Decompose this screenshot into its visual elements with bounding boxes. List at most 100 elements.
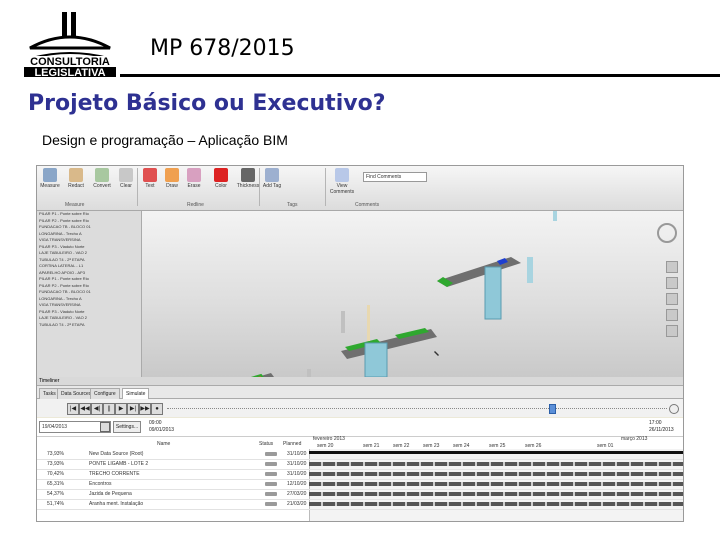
table-row[interactable]: 54,37% Jazida de Pequena 27/03/20 xyxy=(37,490,683,500)
step-back-button[interactable]: ◀◀ xyxy=(79,403,91,415)
gantt-bar xyxy=(309,472,683,476)
tab-configure[interactable]: Configure xyxy=(90,388,120,399)
header-title: MP 678/2015 xyxy=(150,36,295,61)
selection-tree-panel[interactable]: PILAR P1 - Ponte sobre Rio PILAR P2 - Po… xyxy=(37,211,142,377)
text-button[interactable]: Text xyxy=(140,168,160,189)
simulation-timeline-thumb[interactable] xyxy=(549,404,556,414)
ribbon-button-label: Measure xyxy=(40,183,60,189)
ribbon-button-label: View Comments xyxy=(329,183,355,195)
task-name: TRECHO CORRENTE xyxy=(89,471,140,477)
thickness-button[interactable]: Thickness xyxy=(235,168,261,189)
logo-line2: LEGISLATIVA xyxy=(34,67,105,78)
gantt-panel: Name Status Planned fevereiro 2013 março… xyxy=(37,436,683,521)
bridge-pier xyxy=(553,211,557,221)
slide-subheading: Design e programação – Aplicação BIM xyxy=(42,132,288,148)
ribbon-button-label: Erase xyxy=(187,183,201,189)
ribbon-button-label: Draw xyxy=(166,183,178,189)
tag-icon xyxy=(265,168,279,182)
simulation-timeline-track[interactable] xyxy=(167,408,667,409)
3d-viewport[interactable]: PILAR P1 - Ponte sobre Rio PILAR P2 - Po… xyxy=(37,211,683,377)
planned-date: 31/10/20 xyxy=(287,461,307,467)
table-row[interactable]: 65,31% Encontros 12/10/20 xyxy=(37,480,683,490)
convert-button[interactable]: Convert xyxy=(92,168,112,189)
ribbon-group-label: Tags xyxy=(287,202,298,208)
bridge-model-render xyxy=(250,211,557,377)
play-button[interactable]: ▶ xyxy=(115,403,127,415)
consultoria-legislativa-logo: CONSULTORIA LEGISLATIVA xyxy=(24,12,116,78)
ribbon-button-label: Thickness xyxy=(236,183,260,189)
orbit-tool-icon[interactable] xyxy=(666,293,678,305)
draw-icon xyxy=(165,168,179,182)
gantt-bar xyxy=(309,451,683,454)
ribbon-button-label: Text xyxy=(145,183,155,189)
progress-percent: 54,37% xyxy=(47,491,64,497)
planned-date: 31/10/20 xyxy=(287,451,307,457)
measure-button[interactable]: Measure xyxy=(40,168,60,189)
planned-date: 31/10/20 xyxy=(287,471,307,477)
mouse-cursor-icon xyxy=(434,351,439,356)
status-indicator xyxy=(265,452,277,456)
table-row[interactable]: 51,74% Aranha ment. Instalação 21/03/20 xyxy=(37,500,683,510)
ribbon-toolbar: Measure Redact Convert Clear Text Draw E… xyxy=(37,166,683,211)
clear-button[interactable]: Clear xyxy=(116,168,136,189)
tree-item[interactable]: TUBULAO T4 - 2ª ETAPA xyxy=(37,322,141,329)
record-button[interactable]: ● xyxy=(151,403,163,415)
color-button[interactable]: Color xyxy=(207,168,235,189)
status-indicator xyxy=(265,462,277,466)
bridge-deck-segment xyxy=(341,329,437,359)
tab-simulate[interactable]: Simulate xyxy=(122,388,150,399)
go-to-start-button[interactable]: |◀ xyxy=(67,403,79,415)
redact-icon xyxy=(69,168,83,182)
thickness-icon xyxy=(241,168,255,182)
task-name: PONTE LIGAMB - LOTE 2 xyxy=(89,461,149,467)
header-rule xyxy=(120,74,720,77)
table-row[interactable]: 73,93% PONTE LIGAMB - LOTE 2 31/10/20 xyxy=(37,460,683,470)
reverse-play-button[interactable]: ◀| xyxy=(91,403,103,415)
bridge-pier xyxy=(484,266,502,320)
walk-tool-icon[interactable] xyxy=(666,325,678,337)
gantt-bar xyxy=(309,492,683,496)
redact-button[interactable]: Redact xyxy=(66,168,86,189)
month-label: março 2013 xyxy=(621,436,648,442)
gantt-bar xyxy=(309,462,683,466)
end-date: 26/11/2013 xyxy=(649,427,674,433)
timeliner-title-bar: Timeliner xyxy=(37,377,683,386)
ribbon-button-label: Convert xyxy=(93,183,111,189)
calendar-icon[interactable] xyxy=(100,422,110,432)
viewcube-icon[interactable] xyxy=(657,223,677,243)
settings-button[interactable]: Settings... xyxy=(113,421,141,433)
end-time: 17:00 xyxy=(649,420,662,426)
status-indicator xyxy=(265,472,277,476)
draw-button[interactable]: Draw xyxy=(162,168,182,189)
task-name: New Data Source (Root) xyxy=(89,451,144,457)
zoom-tool-icon[interactable] xyxy=(666,277,678,289)
step-forward-button[interactable]: ▶| xyxy=(127,403,139,415)
bridge-pier xyxy=(364,342,388,377)
progress-percent: 65,31% xyxy=(47,481,64,487)
ruler-icon xyxy=(43,168,57,182)
task-name: Aranha ment. Instalação xyxy=(89,501,144,507)
pan-tool-icon[interactable] xyxy=(666,261,678,273)
go-to-end-button[interactable]: ▶▶ xyxy=(139,403,151,415)
view-comments-button[interactable]: View Comments xyxy=(327,168,357,195)
task-name: Encontros xyxy=(89,481,112,487)
find-comments-field[interactable]: Find Comments xyxy=(363,172,427,182)
ribbon-button-label: Color xyxy=(215,183,227,189)
timeline-end-icon[interactable] xyxy=(669,404,679,414)
erase-button[interactable]: Erase xyxy=(184,168,204,189)
progress-percent: 70,42% xyxy=(47,471,64,477)
column-stub xyxy=(341,311,345,333)
table-row[interactable]: 73,93% New Data Source (Root) 31/10/20 xyxy=(37,450,683,460)
pause-button[interactable]: || xyxy=(103,403,115,415)
planned-date: 27/03/20 xyxy=(287,491,307,497)
table-row[interactable]: 70,42% TRECHO CORRENTE 31/10/20 xyxy=(37,470,683,480)
ribbon-button-label: Add Tag xyxy=(262,183,282,189)
slide-heading: Projeto Básico ou Executivo? xyxy=(28,91,386,116)
status-indicator xyxy=(265,502,277,506)
simulation-toolbar: |◀ ◀◀ ◀| || ▶ ▶| ▶▶ ● xyxy=(37,399,683,417)
erase-icon xyxy=(187,168,201,182)
planned-date: 21/03/20 xyxy=(287,501,307,507)
gantt-bar xyxy=(309,482,683,486)
look-tool-icon[interactable] xyxy=(666,309,678,321)
add-tag-button[interactable]: Add Tag xyxy=(262,168,282,189)
